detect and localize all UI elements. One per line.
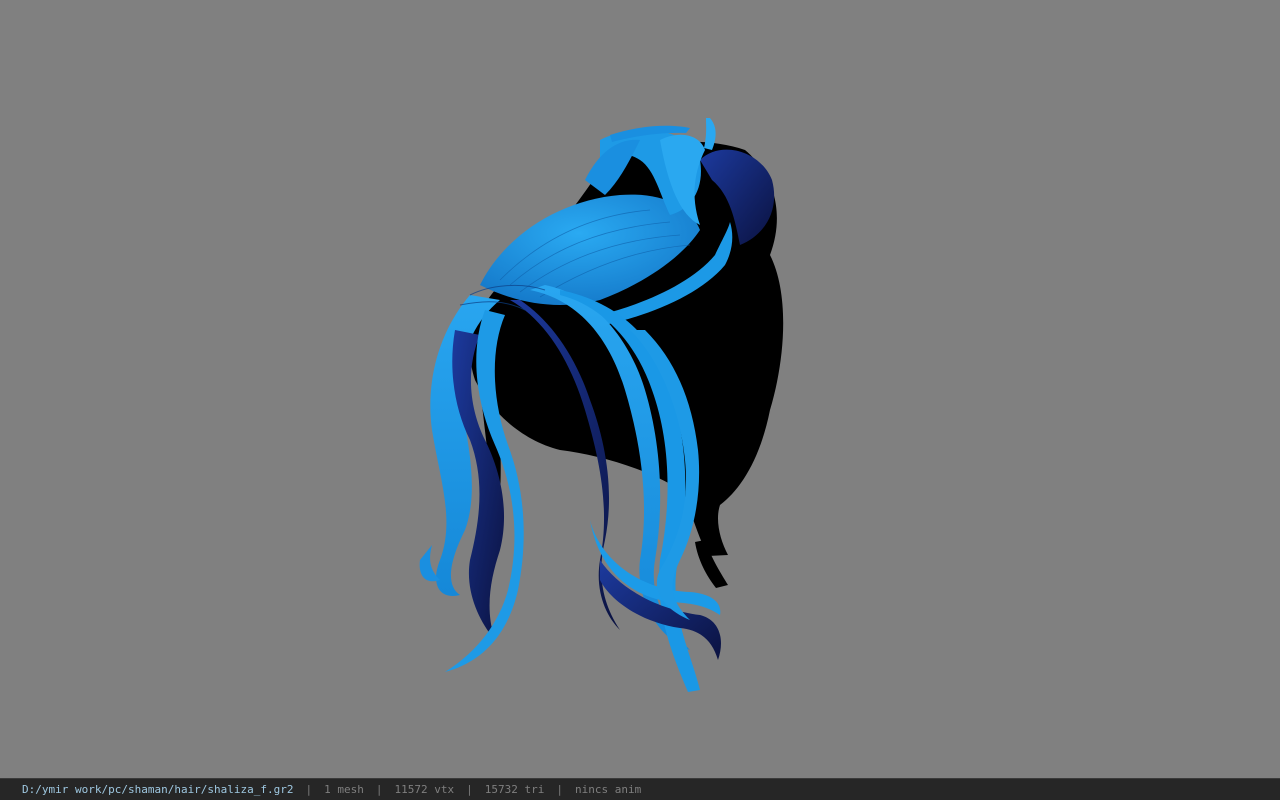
status-separator: | — [556, 783, 563, 796]
hair-model-render — [419, 118, 784, 692]
triangle-count-label: 15732 tri — [484, 783, 545, 796]
status-separator: | — [375, 783, 383, 796]
file-path-label: D:/ymir work/pc/shaman/hair/shaliza_f.gr… — [22, 783, 294, 796]
mesh-count-label: 1 mesh — [324, 783, 364, 796]
status-separator: | — [305, 783, 313, 796]
animation-status-label: nincs anim — [575, 783, 642, 796]
status-separator: | — [466, 783, 473, 796]
vertex-count-label: 11572 vtx — [394, 783, 455, 796]
3d-viewport[interactable] — [0, 0, 1280, 778]
status-bar: D:/ymir work/pc/shaman/hair/shaliza_f.gr… — [0, 778, 1280, 800]
